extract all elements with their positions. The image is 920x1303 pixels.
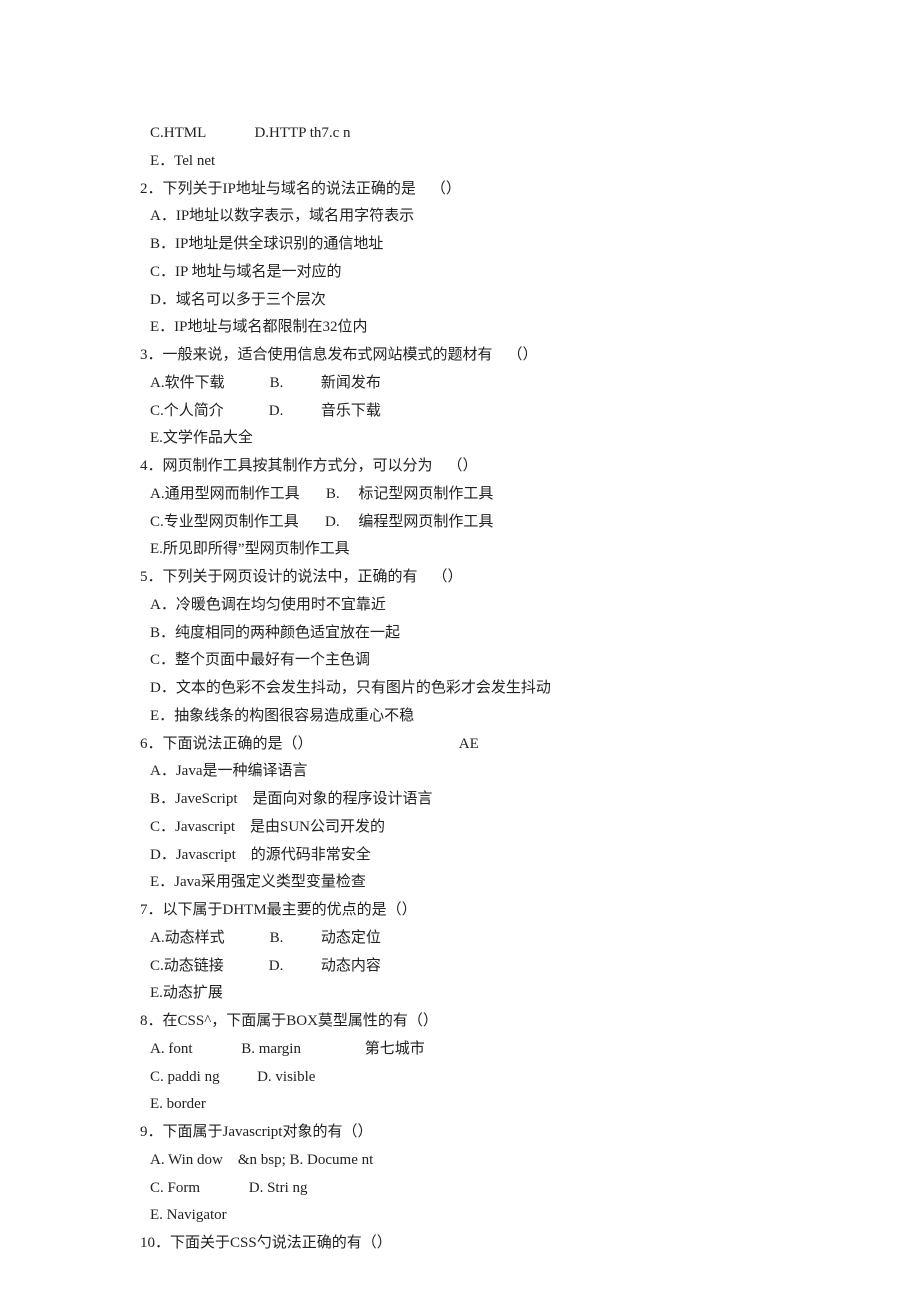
text-line: D．域名可以多于三个层次 <box>140 287 780 315</box>
text-line: B．JaveScript 是面向对象的程序设计语言 <box>140 786 780 814</box>
document-page: C.HTML D.HTTP th7.c nE．Tel net2．下列关于IP地址… <box>0 0 920 1303</box>
text-line: C.专业型网页制作工具 D. 编程型网页制作工具 <box>140 509 780 537</box>
text-line: E．Tel net <box>140 148 780 176</box>
text-line: C. Form D. Stri ng <box>140 1175 780 1203</box>
text-line: 8．在CSS^，下面属于BOX莫型属性的有（） <box>140 1008 780 1036</box>
text-line: 5．下列关于网页设计的说法中，正确的有 （） <box>140 564 780 592</box>
text-line: 9．下面属于Javascript对象的有（） <box>140 1119 780 1147</box>
text-line: A.通用型网而制作工具 B. 标记型网页制作工具 <box>140 481 780 509</box>
text-line: A.软件下载 B. 新闻发布 <box>140 370 780 398</box>
text-line: D．文本的色彩不会发生抖动，只有图片的色彩才会发生抖动 <box>140 675 780 703</box>
text-line: A．Java是一种编译语言 <box>140 758 780 786</box>
text-line: 7．以下属于DHTM最主要的优点的是（） <box>140 897 780 925</box>
text-line: E．抽象线条的构图很容易造成重心不稳 <box>140 703 780 731</box>
text-line: A.动态样式 B. 动态定位 <box>140 925 780 953</box>
text-line: E.动态扩展 <box>140 980 780 1008</box>
text-line: E．IP地址与域名都限制在32位内 <box>140 314 780 342</box>
text-line: C．IP 地址与域名是一对应的 <box>140 259 780 287</box>
text-line: A．冷暖色调在均匀使用时不宜靠近 <box>140 592 780 620</box>
text-line: C. paddi ng D. visible <box>140 1064 780 1092</box>
text-line: A．IP地址以数字表示，域名用字符表示 <box>140 203 780 231</box>
text-line: B．纯度相同的两种颜色适宜放在一起 <box>140 620 780 648</box>
text-line: E.所见即所得”型网页制作工具 <box>140 536 780 564</box>
text-line: A. font B. margin 第七城市 <box>140 1036 780 1064</box>
text-line: 4．网页制作工具按其制作方式分，可以分为 （） <box>140 453 780 481</box>
text-line: C.个人简介 D. 音乐下载 <box>140 398 780 426</box>
text-line: 10．下面关于CSS勺说法正确的有（） <box>140 1230 780 1258</box>
text-line: E. border <box>140 1091 780 1119</box>
content-block: C.HTML D.HTTP th7.c nE．Tel net2．下列关于IP地址… <box>140 120 780 1258</box>
text-line: C.动态链接 D. 动态内容 <box>140 953 780 981</box>
text-line: C.HTML D.HTTP th7.c n <box>140 120 780 148</box>
text-line: 3．一般来说，适合使用信息发布式网站模式的题材有 （） <box>140 342 780 370</box>
text-line: E．Java采用强定义类型变量检查 <box>140 869 780 897</box>
text-line: E.文学作品大全 <box>140 425 780 453</box>
text-line: C．Javascript 是由SUN公司开发的 <box>140 814 780 842</box>
text-line: D．Javascript 的源代码非常安全 <box>140 842 780 870</box>
text-line: B．IP地址是供全球识别的通信地址 <box>140 231 780 259</box>
text-line: C．整个页面中最好有一个主色调 <box>140 647 780 675</box>
text-line: 2．下列关于IP地址与域名的说法正确的是 （） <box>140 176 780 204</box>
text-line: 6．下面说法正确的是（） AE <box>140 731 780 759</box>
text-line: E. Navigator <box>140 1202 780 1230</box>
text-line: A. Win dow &n bsp; B. Docume nt <box>140 1147 780 1175</box>
